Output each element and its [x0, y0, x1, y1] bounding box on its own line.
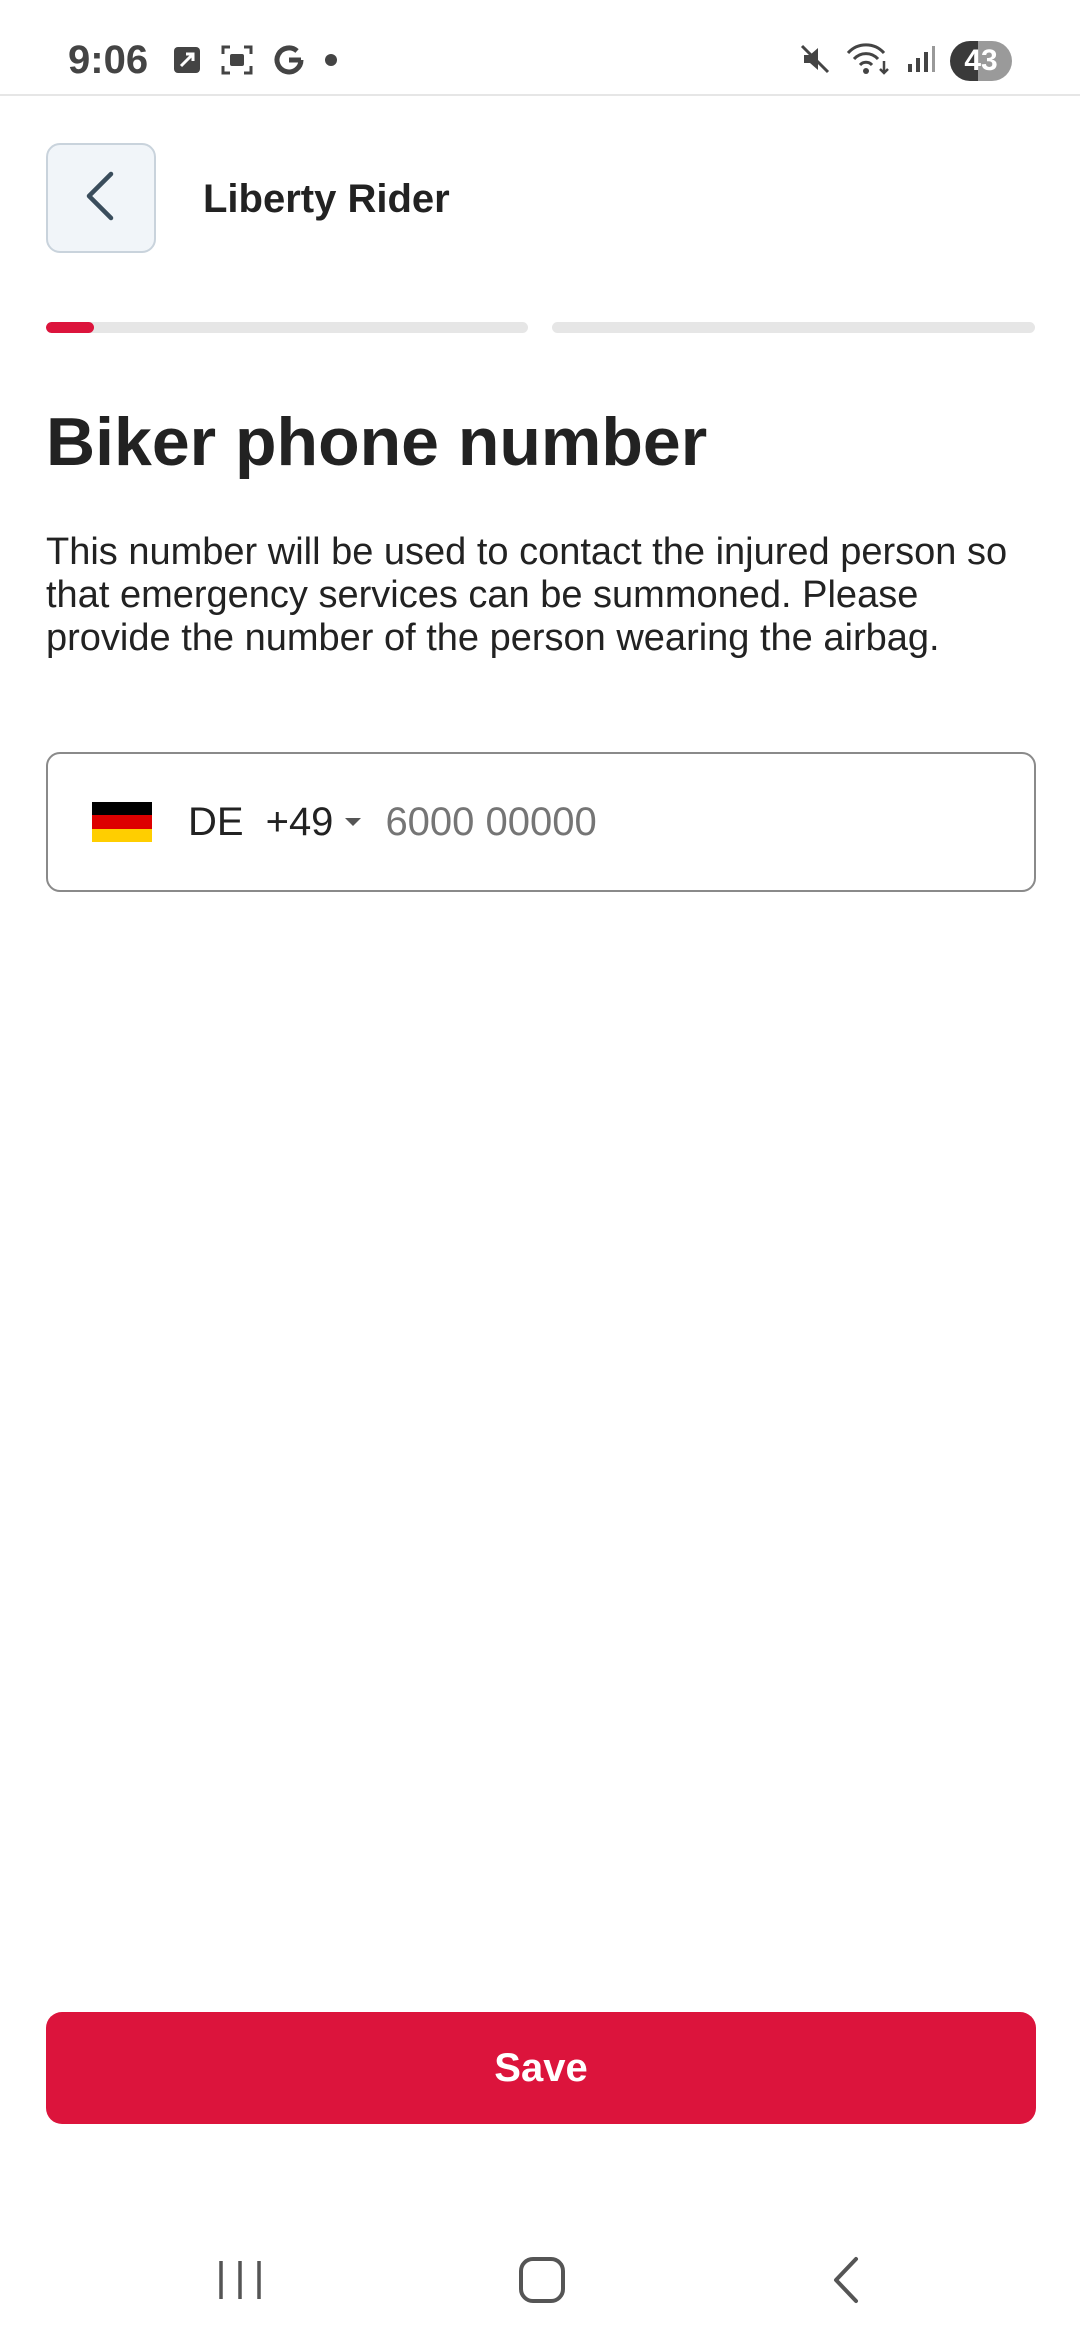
battery-indicator: 43	[950, 41, 1012, 81]
status-time: 9:06	[68, 38, 149, 82]
caret-down-icon[interactable]	[345, 818, 362, 826]
back-button[interactable]	[46, 143, 156, 253]
page-title: Biker phone number	[46, 404, 708, 480]
dot-icon	[324, 53, 338, 72]
recent-apps-icon[interactable]	[200, 2250, 280, 2310]
status-left-icons	[172, 42, 338, 82]
phone-input[interactable]	[385, 799, 946, 845]
back-icon[interactable]	[806, 2250, 886, 2310]
germany-flag-icon[interactable]	[92, 802, 152, 842]
google-icon	[272, 43, 306, 82]
dial-code[interactable]: +49	[266, 800, 334, 845]
status-right-icons: 43	[798, 38, 1012, 84]
mute-icon	[798, 42, 832, 81]
signal-icon	[906, 44, 936, 79]
country-code[interactable]: DE	[188, 800, 244, 845]
app-title: Liberty Rider	[203, 177, 450, 221]
wifi-icon	[846, 41, 892, 82]
description-text: This number will be used to contact the …	[46, 531, 1008, 659]
phone-call-icon	[172, 45, 202, 80]
save-button[interactable]: Save	[46, 2012, 1036, 2124]
progress-step-2	[552, 322, 1035, 333]
phone-number-field: DE +49	[46, 752, 1036, 892]
home-icon[interactable]	[502, 2250, 582, 2310]
screenshot-icon	[220, 44, 254, 81]
progress-step-1-fill	[46, 322, 95, 333]
status-bar: 9:06 43	[0, 0, 1080, 96]
progress-step-1	[46, 322, 528, 333]
system-nav-bar	[0, 2220, 1080, 2340]
chevron-left-icon	[81, 170, 121, 227]
